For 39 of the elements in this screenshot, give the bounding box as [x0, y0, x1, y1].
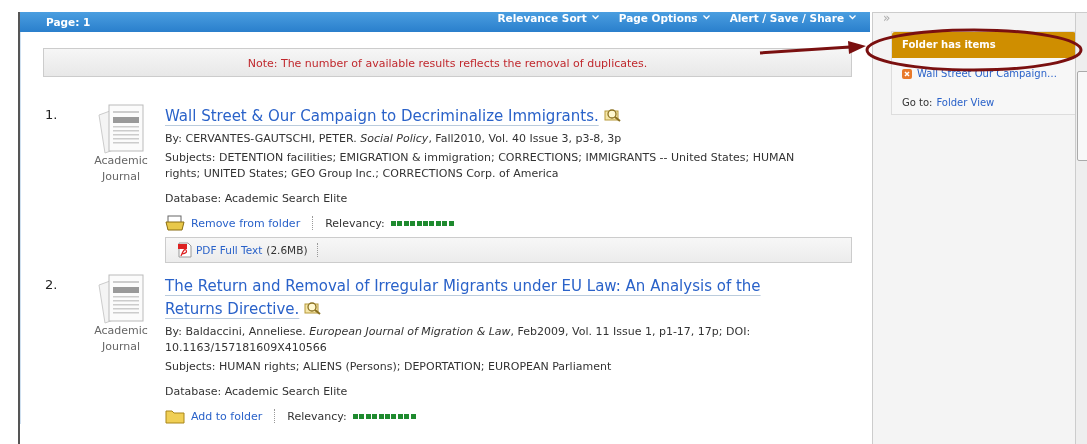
- folder-header: Folder has items: [892, 32, 1076, 58]
- page-number: Page: 1: [46, 16, 91, 28]
- folder-link[interactable]: Add to folder: [191, 409, 263, 423]
- subjects: Subjects: HUMAN rights; ALIENS (Persons); DEPORTATION; EUROPEAN Parliament: [165, 359, 613, 375]
- caret-icon: [702, 15, 710, 20]
- menu-dropdown[interactable]: Page Options: [618, 11, 710, 24]
- pdf-icon: [178, 242, 192, 258]
- caret-icon: [591, 15, 599, 20]
- relevancy-label: Relevancy:: [287, 409, 347, 423]
- scrollbar[interactable]: [1075, 12, 1087, 444]
- pdf-full-text-link[interactable]: PDF Full Text: [196, 244, 263, 256]
- publication-type: Academic Journal: [94, 323, 148, 355]
- result-title-link[interactable]: Wall Street & Our Campaign to Decriminalize Immigrants.: [165, 105, 805, 128]
- publication-type: Academic Journal: [94, 153, 148, 185]
- folder-remove-icon[interactable]: [165, 215, 185, 231]
- database: Database: Academic Search Elite: [165, 384, 349, 400]
- folder-link[interactable]: Remove from folder: [191, 216, 301, 230]
- file-size: (2.6MB): [266, 244, 308, 256]
- result-number: 1.: [44, 106, 59, 124]
- preview-icon[interactable]: [603, 108, 622, 122]
- scroll-thumb[interactable]: [1077, 71, 1087, 161]
- result-title-link[interactable]: The Return and Removal of Irregular Migrants under EU Law: An Analysis of the Returns Directive.: [165, 275, 805, 321]
- preview-icon[interactable]: [304, 301, 323, 315]
- remove-icon[interactable]: [902, 68, 912, 79]
- author-source: By: CERVANTES-GAUTSCHI, PETER. Social Policy, Fall2010, Vol. 40 Issue 3, p3-8, 3p: [165, 131, 623, 147]
- database: Database: Academic Search Elite: [165, 191, 349, 207]
- relevancy-label: Relevancy:: [325, 216, 385, 230]
- caret-icon: [849, 15, 856, 20]
- author-source: By: Baldaccini, Anneliese. European Journal of Migration & Law, Feb2009, Vol. 11 Issue 1, p1-17, 17p; DOI: 10.1163/157181609X410566: [165, 324, 752, 356]
- menu-dropdown[interactable]: Relevance Sort: [497, 11, 599, 24]
- relevancy-meter: [352, 413, 417, 419]
- subjects: Subjects: DETENTION facilities; EMIGRATION & immigration; CORRECTIONS; IMMIGRANTS -- United States; HUMAN rights; UNITED States; GEO Group Inc.; CORRECTIONS Corp. of America: [165, 150, 796, 182]
- result-number: 2.: [44, 276, 59, 294]
- folder-view-link[interactable]: Folder View: [936, 97, 995, 108]
- goto-label: Go to:: [902, 97, 933, 108]
- folder-icon[interactable]: [165, 408, 185, 424]
- relevancy-meter: [390, 220, 455, 226]
- menu-dropdown[interactable]: Alert / Save / Share: [729, 11, 856, 24]
- duplicates-note: Note: The number of available results reflects the removal of duplicates.: [43, 48, 852, 77]
